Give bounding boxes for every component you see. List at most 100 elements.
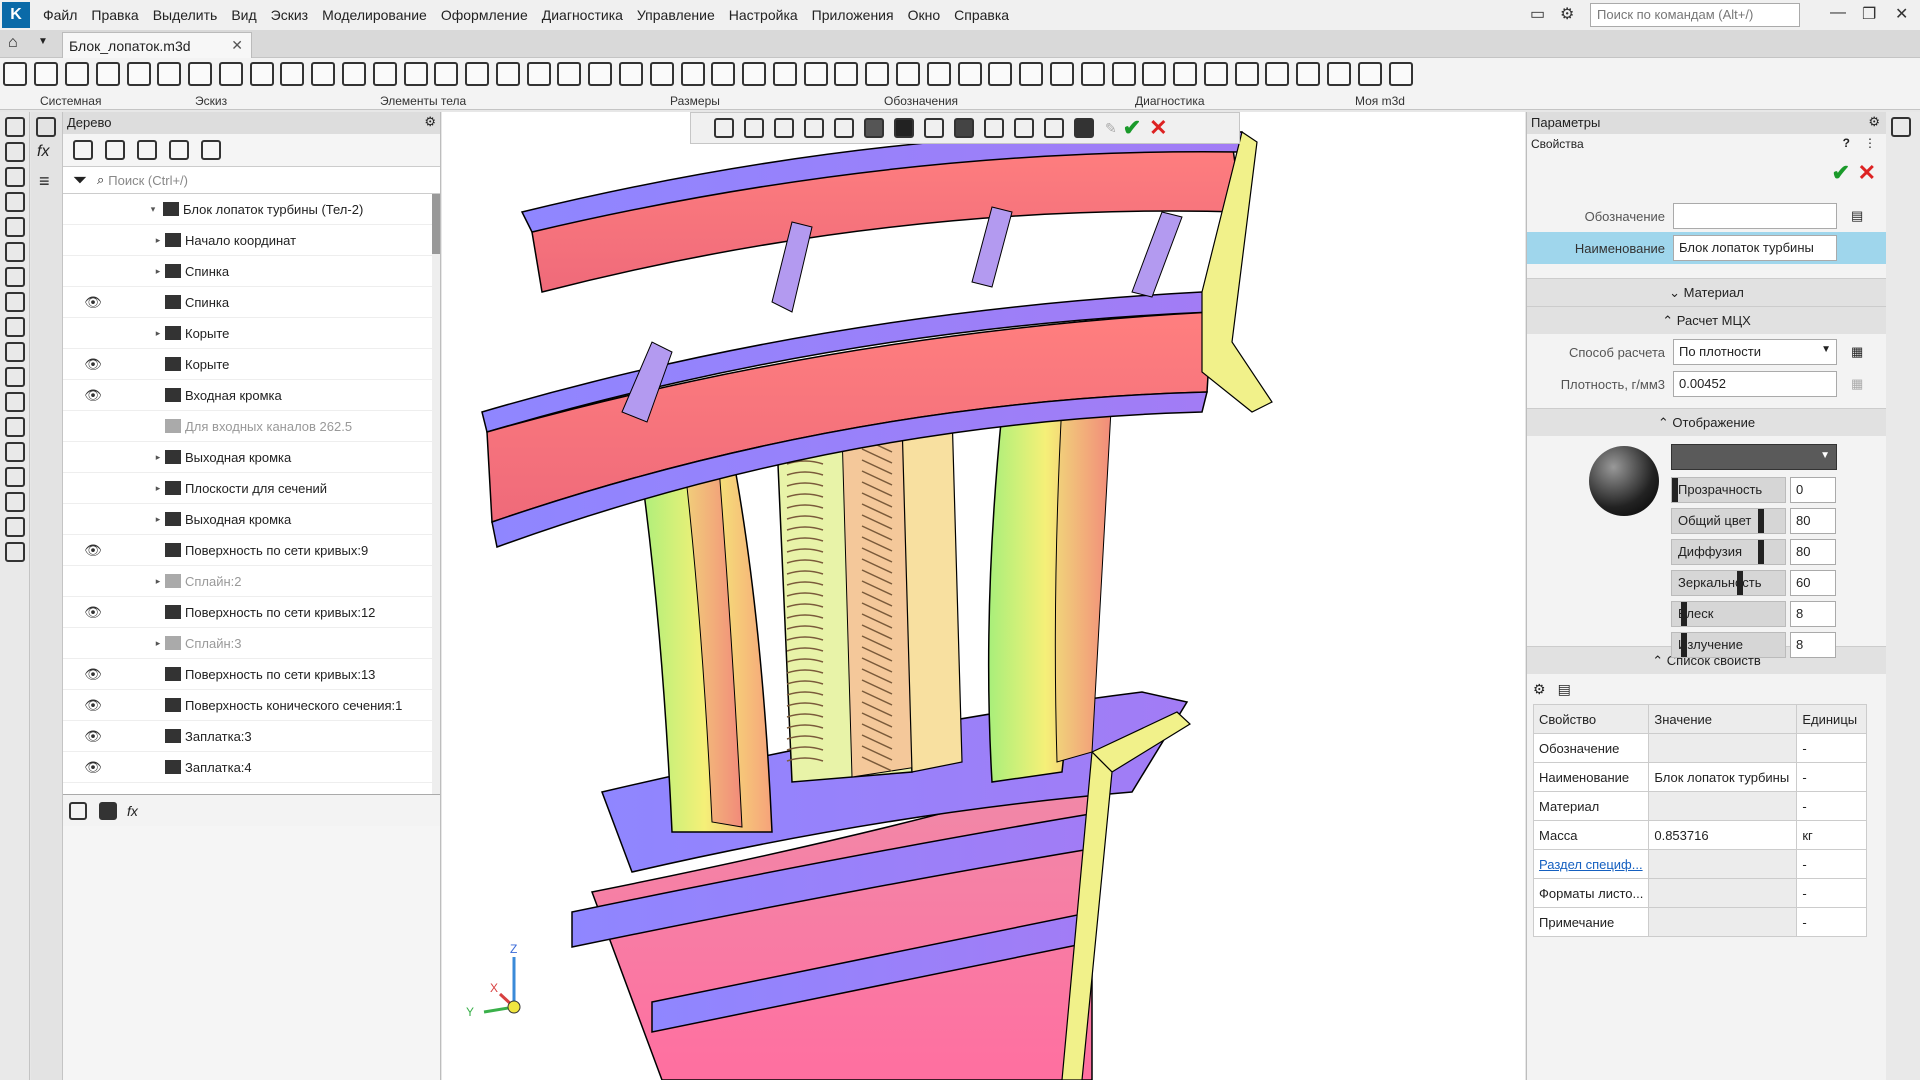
apply-check-icon[interactable]: ✔ (1123, 115, 1141, 141)
left-tool-icon[interactable] (5, 442, 25, 462)
toolbar-tool-icon[interactable] (926, 62, 951, 86)
rotate-icon[interactable] (804, 118, 824, 138)
menu-item-9[interactable]: Настройка (722, 7, 805, 23)
menu-item-7[interactable]: Диагностика (535, 7, 630, 23)
filter-icon[interactable]: ⏷ (63, 170, 97, 191)
display-prop-slider[interactable]: Блеск (1671, 600, 1786, 627)
menu-item-8[interactable]: Управление (630, 7, 722, 23)
expand-icon[interactable]: ▸ (151, 452, 165, 463)
menu-item-10[interactable]: Приложения (805, 7, 901, 23)
slider-knob[interactable] (1672, 477, 1678, 502)
toolbar-tool-icon[interactable] (680, 62, 705, 86)
left-tool-icon[interactable] (5, 417, 25, 437)
display-mode-icon[interactable] (1014, 118, 1034, 138)
visibility-icon[interactable] (954, 118, 974, 138)
tree-row[interactable]: 👁 Заплатка:3 (63, 721, 440, 752)
zoom-icon[interactable] (744, 118, 764, 138)
display-prop-slider[interactable]: Прозрачность (1671, 476, 1786, 503)
designation-label[interactable]: Обозначение (1527, 209, 1673, 224)
pencil-icon[interactable]: ✎ (1105, 120, 1117, 137)
display-prop-input[interactable]: 8 (1790, 631, 1836, 658)
toolbar-tool-icon[interactable] (1357, 62, 1382, 86)
expand-icon[interactable]: ▸ (151, 576, 165, 587)
cancel-cross-icon[interactable]: ✕ (1149, 115, 1167, 141)
toolbar-tool-icon[interactable] (772, 62, 797, 86)
toolbar-tool-icon[interactable] (1019, 62, 1044, 86)
left-tool-icon[interactable] (5, 492, 25, 512)
layers-icon[interactable]: ≡ (39, 171, 54, 192)
menu-item-5[interactable]: Моделирование (315, 7, 434, 23)
prop-settings-icon[interactable]: ⚙ (1533, 681, 1546, 698)
calc-method-select[interactable]: По плотности ▼ (1673, 339, 1837, 365)
toolbar-tool-icon[interactable] (957, 62, 982, 86)
tree-search[interactable]: ⏷ ⌕ Поиск (Ctrl+/) (63, 166, 440, 194)
prop-table-row[interactable]: Форматы листо... - (1532, 878, 1867, 908)
toolbar-tool-icon[interactable] (34, 62, 59, 86)
tree-row[interactable]: 👁 Спинка (63, 287, 440, 318)
shaded-edges-icon[interactable] (894, 118, 914, 138)
left-tool-icon[interactable] (5, 267, 25, 287)
close-window-button[interactable]: ✕ (1895, 4, 1908, 24)
prop-table-header[interactable]: Единицы (1796, 704, 1867, 734)
prop-table-header[interactable]: Значение (1648, 704, 1798, 734)
slider-knob[interactable] (1758, 508, 1764, 533)
toolbar-tool-icon[interactable] (434, 62, 459, 86)
tree-components-icon[interactable] (137, 140, 157, 160)
settings-window-icon[interactable]: ⚙ (1560, 4, 1574, 24)
prop-table-row[interactable]: Примечание - (1532, 907, 1867, 937)
menu-item-3[interactable]: Вид (224, 7, 263, 23)
prop-table-header[interactable]: Свойство (1532, 704, 1650, 734)
maximize-button[interactable]: ❐ (1862, 4, 1876, 24)
toolbar-tool-icon[interactable] (218, 62, 243, 86)
eye-icon[interactable]: 👁 (63, 728, 123, 745)
name-input[interactable]: Блок лопаток турбины (1673, 235, 1837, 261)
eye-icon[interactable]: 👁 (63, 294, 123, 311)
expand-icon[interactable]: ▸ (151, 328, 165, 339)
toolbar-tool-icon[interactable] (1296, 62, 1321, 86)
slider-knob[interactable] (1758, 539, 1764, 564)
slider-knob[interactable] (1737, 570, 1743, 595)
toolbar-tool-icon[interactable] (896, 62, 921, 86)
group-diagnostics[interactable]: Диагностика (1135, 94, 1205, 108)
command-search-input[interactable]: Поиск по командам (Alt+/) (1590, 3, 1800, 27)
expand-icon[interactable]: ▸ (151, 483, 165, 494)
tree-structure-icon[interactable] (73, 140, 93, 160)
expand-icon[interactable]: ▸ (151, 235, 165, 246)
toolbar-tool-icon[interactable] (834, 62, 859, 86)
prop-table-row[interactable]: Материал - (1532, 791, 1867, 821)
tree-root-row[interactable]: ▾ Блок лопаток турбины (Тел-2) (63, 194, 440, 225)
tree-row[interactable]: ▸ Выходная кромка (63, 442, 440, 473)
menu-item-2[interactable]: Выделить (146, 7, 225, 23)
eye-icon[interactable]: 👁 (63, 604, 123, 621)
prop-table-row[interactable]: Наименование Блок лопаток турбины - (1532, 762, 1867, 792)
display-prop-input[interactable]: 8 (1790, 600, 1836, 627)
left-tool-icon[interactable] (5, 167, 25, 187)
tree-search-input[interactable]: Поиск (Ctrl+/) (108, 173, 188, 188)
eye-icon[interactable]: 👁 (63, 759, 123, 776)
toolbar-tool-icon[interactable] (557, 62, 582, 86)
toolbar-tool-icon[interactable] (465, 62, 490, 86)
tree-row[interactable]: ▸ Начало координат (63, 225, 440, 256)
eye-icon[interactable]: 👁 (63, 666, 123, 683)
tree-row[interactable]: 👁 Поверхность по сети кривых:12 (63, 597, 440, 628)
eye-icon[interactable]: 👁 (63, 542, 123, 559)
toolbar-tool-icon[interactable] (1142, 62, 1167, 86)
tree-row[interactable]: 👁 Поверхность по сети кривых:13 (63, 659, 440, 690)
group-sketch[interactable]: Эскиз (195, 94, 227, 108)
tree-row[interactable]: ▸ Корыте (63, 318, 440, 349)
tree-row[interactable]: 👁 Входная кромка (63, 380, 440, 411)
left-tool-icon[interactable] (5, 467, 25, 487)
tree-options-icon[interactable]: ⋮ (1864, 136, 1876, 150)
toolbar-tool-icon[interactable] (1388, 62, 1413, 86)
toolbar-tool-icon[interactable] (372, 62, 397, 86)
display-prop-input[interactable]: 0 (1790, 476, 1836, 503)
expand-icon[interactable]: ▸ (151, 266, 165, 277)
tree-layers-icon[interactable] (201, 140, 221, 160)
display-prop-slider[interactable]: Общий цвет (1671, 507, 1786, 534)
expand-icon[interactable]: ▸ (151, 638, 165, 649)
toolbar-tool-icon[interactable] (649, 62, 674, 86)
tab-dropdown-icon[interactable]: ▼ (38, 36, 48, 47)
ok-check-icon[interactable]: ✔ (1832, 160, 1850, 186)
group-system[interactable]: Системная (40, 94, 101, 108)
eye-icon[interactable]: 👁 (63, 697, 123, 714)
